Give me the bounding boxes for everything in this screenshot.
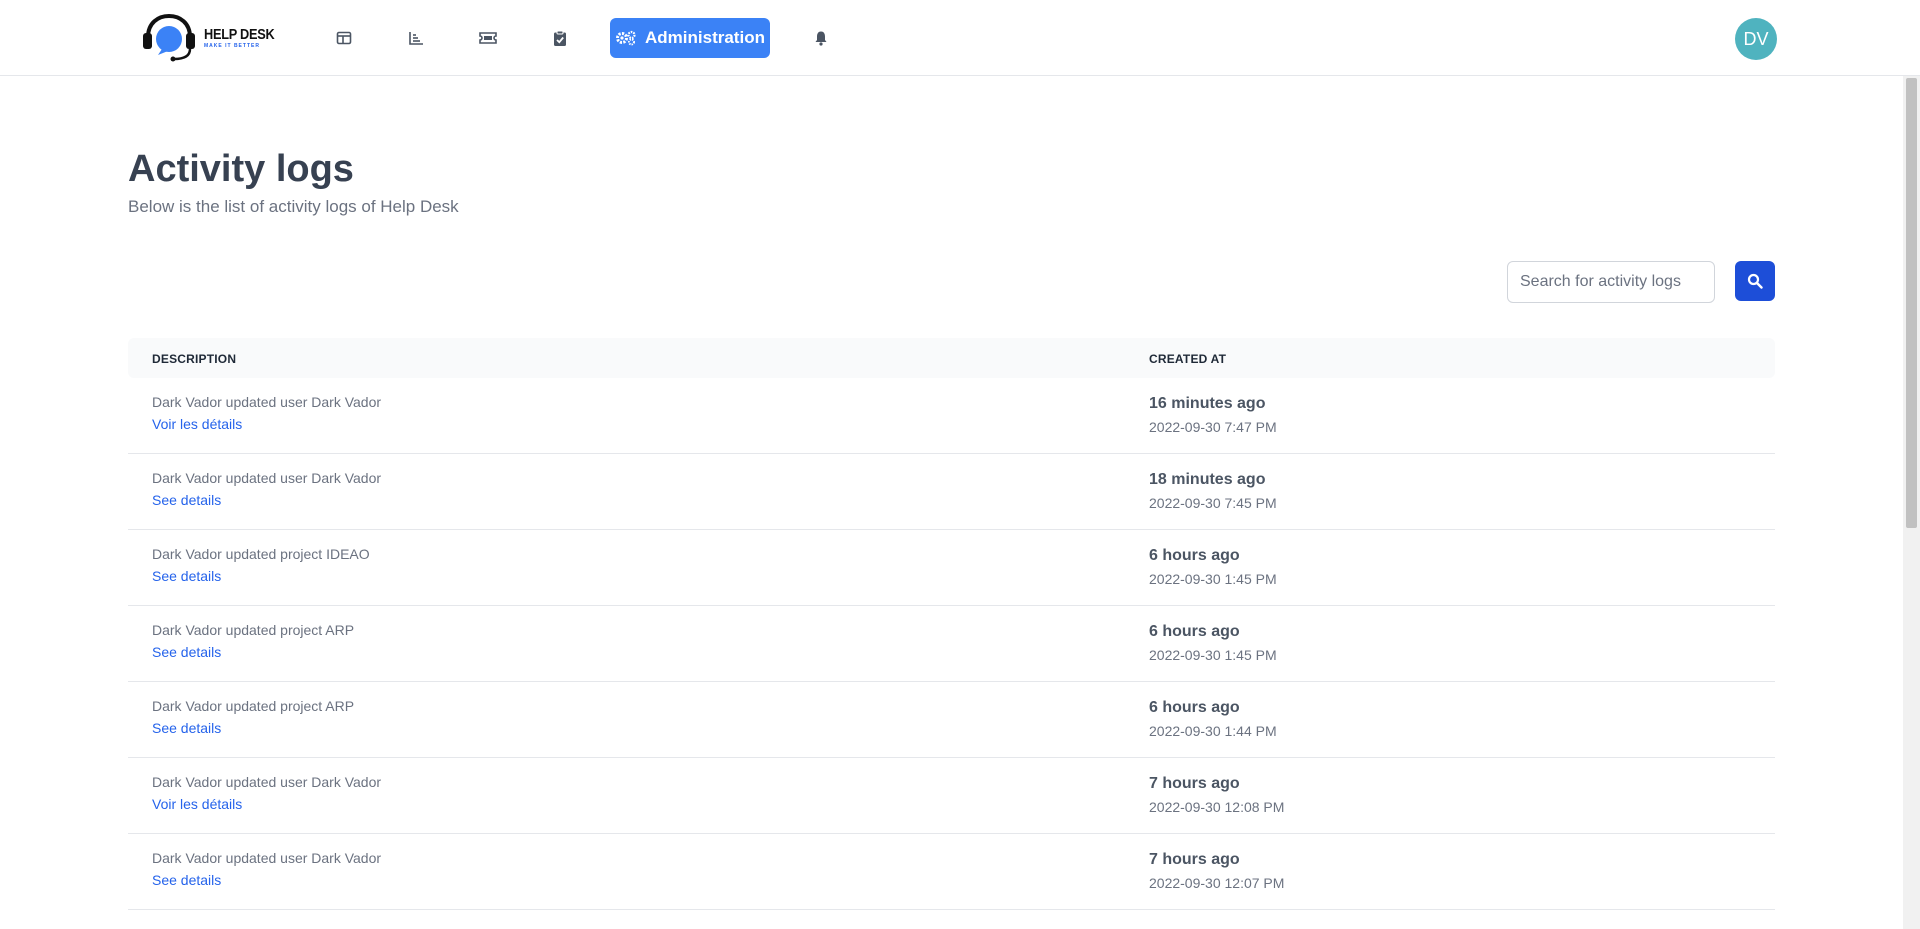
- log-relative-time: 6 hours ago: [1149, 623, 1240, 640]
- see-details-link[interactable]: See details: [152, 872, 221, 888]
- see-details-link[interactable]: See details: [152, 568, 221, 584]
- table-header: DESCRIPTION CREATED AT: [128, 338, 1775, 378]
- log-description: Dark Vador updated user Dark Vador: [152, 774, 382, 790]
- log-relative-time: 7 hours ago: [1149, 851, 1240, 868]
- log-description: Dark Vador updated user Dark Vador: [152, 394, 382, 410]
- table-row: Dark Vador updated user Dark Vador See d…: [128, 454, 1775, 530]
- log-description: Dark Vador updated project ARP: [152, 622, 355, 638]
- gears-icon: [616, 30, 636, 46]
- page-subtitle: Below is the list of activity logs of He…: [128, 197, 459, 216]
- log-description: Dark Vador updated user Dark Vador: [152, 850, 382, 866]
- administration-label: Administration: [645, 28, 765, 47]
- log-timestamp: 2022-09-30 12:08 PM: [1149, 799, 1285, 815]
- chart-icon[interactable]: [400, 22, 432, 54]
- log-timestamp: 2022-09-30 7:47 PM: [1149, 419, 1277, 435]
- user-avatar[interactable]: DV: [1735, 18, 1777, 60]
- scrollbar-thumb[interactable]: [1906, 78, 1917, 528]
- help-desk-logo[interactable]: HELP DESK MAKE IT BETTER: [140, 12, 287, 64]
- table-row: Dark Vador updated project ARP See detai…: [128, 606, 1775, 682]
- table-row: Dark Vador updated user Dark Vador Voir …: [128, 758, 1775, 834]
- page-scrollbar[interactable]: [1903, 76, 1920, 929]
- column-header-created-at: CREATED AT: [1149, 352, 1227, 366]
- administration-button[interactable]: Administration: [610, 18, 770, 58]
- log-timestamp: 2022-09-30 1:45 PM: [1149, 647, 1277, 663]
- activity-logs-table: DESCRIPTION CREATED AT Dark Vador update…: [128, 338, 1775, 910]
- clipboard-check-icon[interactable]: [544, 22, 576, 54]
- bell-icon[interactable]: [805, 22, 837, 54]
- log-relative-time: 16 minutes ago: [1149, 395, 1266, 412]
- ticket-icon[interactable]: [472, 22, 504, 54]
- see-details-link[interactable]: See details: [152, 492, 221, 508]
- column-header-description: DESCRIPTION: [152, 352, 237, 366]
- log-relative-time: 6 hours ago: [1149, 547, 1240, 564]
- search-button[interactable]: [1735, 261, 1775, 301]
- table-row: Dark Vador updated user Dark Vador See d…: [128, 834, 1775, 910]
- layout-icon[interactable]: [328, 22, 360, 54]
- see-details-link[interactable]: See details: [152, 720, 221, 736]
- see-details-link[interactable]: Voir les détails: [152, 796, 242, 812]
- table-row: Dark Vador updated user Dark Vador Voir …: [128, 378, 1775, 454]
- table-row: Dark Vador updated project ARP See detai…: [128, 682, 1775, 758]
- table-row: Dark Vador updated project IDEAO See det…: [128, 530, 1775, 606]
- brand-tagline: MAKE IT BETTER: [204, 43, 260, 49]
- brand-title: HELP DESK: [204, 26, 275, 43]
- see-details-link[interactable]: Voir les détails: [152, 416, 242, 432]
- log-description: Dark Vador updated project IDEAO: [152, 546, 370, 562]
- log-timestamp: 2022-09-30 7:45 PM: [1149, 495, 1277, 511]
- log-relative-time: 7 hours ago: [1149, 775, 1240, 792]
- top-navbar: HELP DESK MAKE IT BETTER Administration …: [0, 0, 1920, 76]
- log-timestamp: 2022-09-30 1:44 PM: [1149, 723, 1277, 739]
- see-details-link[interactable]: See details: [152, 644, 221, 660]
- log-timestamp: 2022-09-30 1:45 PM: [1149, 571, 1277, 587]
- log-relative-time: 18 minutes ago: [1149, 471, 1266, 488]
- search-input[interactable]: [1507, 261, 1715, 303]
- page-title: Activity logs: [128, 148, 354, 190]
- log-timestamp: 2022-09-30 12:07 PM: [1149, 875, 1285, 891]
- headset-logo-icon: [143, 13, 195, 62]
- search-icon: [1747, 273, 1763, 289]
- log-description: Dark Vador updated project ARP: [152, 698, 355, 714]
- log-relative-time: 6 hours ago: [1149, 699, 1240, 716]
- log-description: Dark Vador updated user Dark Vador: [152, 470, 382, 486]
